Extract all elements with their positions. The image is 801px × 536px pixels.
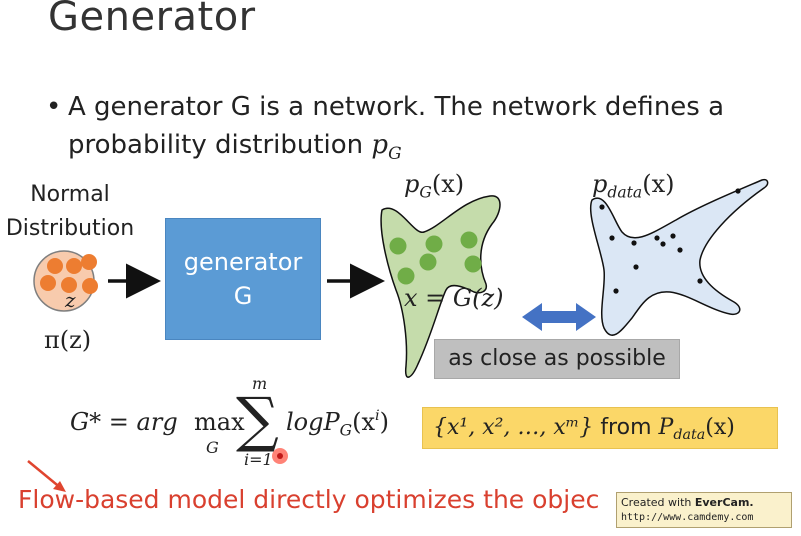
samples-P-sub: data [673, 427, 706, 443]
generator-box: generator G [165, 218, 321, 340]
x-equals-gz-label: x = G(z) [404, 284, 504, 312]
samples-from: from [600, 415, 652, 440]
pg-symbol: p [404, 170, 420, 198]
pdata-symbol: p [592, 170, 608, 198]
samples-P: P [658, 415, 674, 440]
pg-arg: (x) [431, 170, 465, 198]
formula-rhs-sub: G [339, 421, 353, 440]
formula-rhs: logPG(xi) [286, 408, 389, 440]
generator-box-line2: G [233, 282, 253, 310]
pdata-distribution-shape [590, 178, 769, 336]
samples-box: {x¹, x², …, xᵐ} from Pdata(x) [422, 407, 778, 449]
samples-arg: (x) [705, 415, 735, 440]
pdata-arg: (x) [642, 170, 675, 198]
watermark-created: Created with [621, 496, 692, 509]
sigma-icon: ∑ [236, 385, 279, 455]
pdata-sub: data [607, 183, 643, 202]
flow-based-note: Flow-based model directly optimizes the … [18, 485, 600, 514]
formula-max-sub: G [206, 438, 219, 457]
z-label: z [65, 288, 76, 312]
evercam-watermark: Created with EverCam. http://www.camdemy… [616, 492, 792, 528]
formula-sum-bottom: i=1 [244, 450, 273, 469]
double-arrow-icon [522, 303, 596, 331]
objective-formula: G* = arg max G ∑ m i=1 logPG(xi) [70, 372, 420, 472]
formula-rhs-arg: (x [352, 408, 376, 437]
pg-sub: G [419, 183, 432, 202]
formula-rhs-main: logP [286, 408, 340, 437]
formula-lhs: G* = arg [70, 408, 178, 436]
watermark-url: http://www.camdemy.com [621, 512, 754, 523]
pdata-label: pdata(x) [592, 170, 674, 201]
formula-rhs-close: ) [379, 408, 389, 437]
as-close-as-possible-box: as close as possible [434, 339, 680, 379]
pi-z-label: π(z) [44, 326, 92, 354]
generator-box-line1: generator [183, 248, 303, 276]
watermark-brand: EverCam. [694, 496, 754, 509]
samples-set: {x¹, x², …, xᵐ} [433, 415, 594, 440]
formula-sum-top: m [252, 374, 268, 393]
pg-label: pG(x) [404, 170, 464, 201]
slide: Generator • A generator G is a network. … [0, 0, 801, 536]
